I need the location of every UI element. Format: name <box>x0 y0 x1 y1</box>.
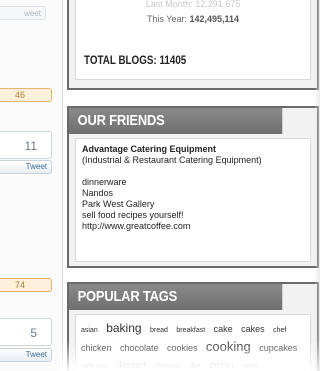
tag-link[interactable]: breakfast <box>176 323 205 339</box>
friend-link-featured[interactable]: Advantage Catering Equipment <box>82 144 304 155</box>
tweet-count-box: 5 <box>0 318 52 346</box>
tag-link[interactable]: desserts <box>155 359 181 371</box>
tag-link[interactable]: chef <box>273 323 286 339</box>
friend-link[interactable]: Park West Gallery <box>82 199 304 210</box>
tag-link[interactable]: dessert <box>117 357 147 371</box>
tag-link[interactable]: asian <box>81 323 98 339</box>
tag-link[interactable]: delicious <box>81 359 108 371</box>
our-friends-title: OUR FRIENDS <box>69 108 283 134</box>
tag-link[interactable]: cake <box>214 321 233 337</box>
our-friends-widget: OUR FRIENDS Advantage Catering Equipment… <box>67 106 319 268</box>
tag-link[interactable]: easy <box>243 359 258 371</box>
tag-link[interactable]: bread <box>150 323 168 339</box>
share-sidebar: weet 46 11 Tweet 74 5 Tweet <box>0 0 63 371</box>
blog-stats-content: Last Month: 12,291,675 This Year: 142,49… <box>75 0 311 80</box>
tag-link[interactable]: chicken <box>81 340 112 356</box>
stats-this-year-value: 142,495,114 <box>189 14 240 24</box>
tweet-button[interactable]: weet <box>0 6 46 20</box>
friend-link[interactable]: http://www.greatcoffee.com <box>82 221 304 232</box>
tweet-count-box: 11 <box>0 131 52 159</box>
popular-tags-title: POPULAR TAGS <box>69 284 283 310</box>
stats-this-year: This Year: 142,495,114 <box>76 14 310 24</box>
tag-link[interactable]: cooking <box>206 339 251 355</box>
our-friends-content: Advantage Catering Equipment (Industrial… <box>75 138 311 262</box>
tag-link[interactable]: chocolate <box>120 340 159 356</box>
tag-link[interactable]: cakes <box>241 321 265 337</box>
friend-link[interactable]: dinnerware <box>82 177 304 188</box>
page: weet 46 11 Tweet 74 5 Tweet Last Month: … <box>0 0 320 371</box>
friend-featured-description: (Industrial & Restaurant Catering Equipm… <box>82 155 262 165</box>
share-count-badge: 46 <box>0 88 52 102</box>
tag-link[interactable]: cupcakes <box>259 340 297 356</box>
tweet-button[interactable]: Tweet <box>0 348 52 362</box>
stats-this-year-label: This Year: <box>146 14 187 24</box>
tweet-button[interactable]: Tweet <box>0 160 52 174</box>
blog-stats-widget: Last Month: 12,291,675 This Year: 142,49… <box>67 0 319 90</box>
tag-cloud: asian baking bread breakfast cake cakes … <box>75 314 311 371</box>
tag-link[interactable]: baking <box>106 320 141 336</box>
tag-link[interactable]: diet <box>190 359 201 371</box>
stats-last-month: Last Month: 12,291,675 <box>145 0 241 9</box>
share-count-badge: 74 <box>0 278 52 292</box>
total-blogs: TOTAL BLOGS: 11405 <box>84 53 187 67</box>
friend-link[interactable]: Nandos <box>82 188 304 199</box>
tag-link[interactable]: dinner <box>209 357 234 371</box>
friend-link[interactable]: sell food recipes yourself! <box>82 210 304 221</box>
tag-link[interactable]: cookies <box>167 340 198 356</box>
popular-tags-widget: POPULAR TAGS asian baking bread breakfas… <box>67 282 319 371</box>
